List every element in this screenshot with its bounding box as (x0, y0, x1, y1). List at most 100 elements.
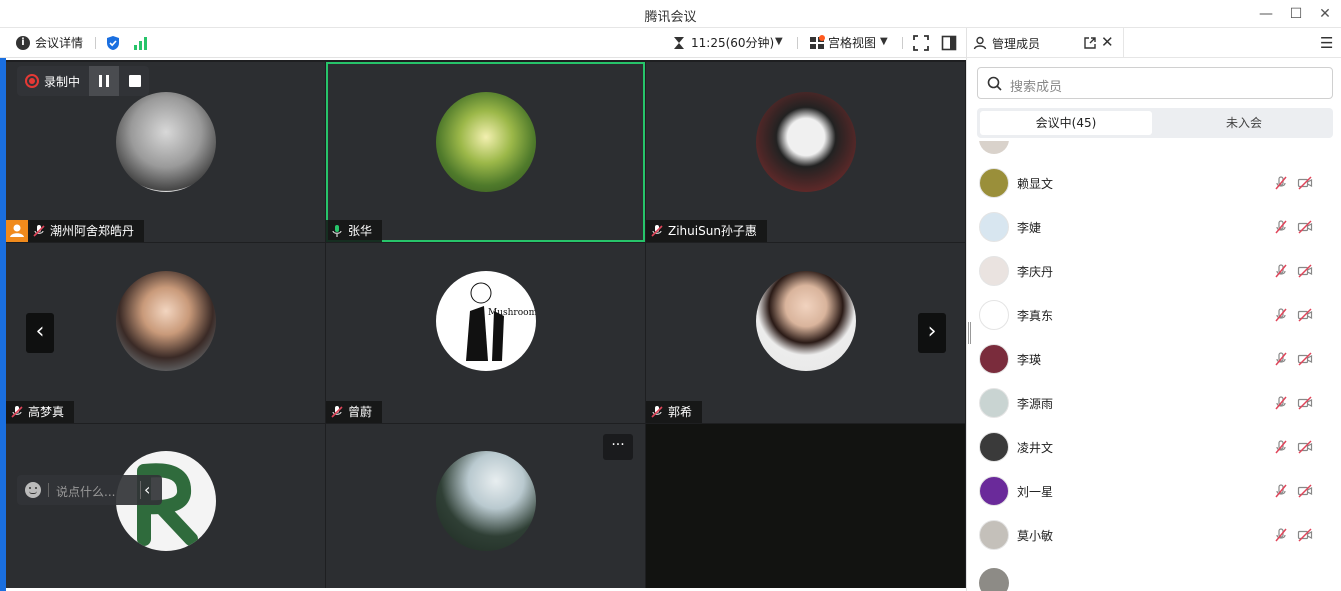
panel-resize-handle[interactable] (968, 322, 971, 344)
svg-text:Mushrooms: Mushrooms (488, 308, 536, 318)
emoji-icon[interactable] (25, 482, 41, 498)
camera-off-icon[interactable] (1297, 219, 1313, 235)
member-avatar (979, 432, 1009, 462)
camera-off-icon[interactable] (1297, 483, 1313, 499)
mic-muted-icon[interactable] (1273, 307, 1289, 323)
member-list: 赖显文李婕 李庆丹 李真东 李瑛李源雨凌井文刘一星莫小敏 (967, 141, 1341, 591)
hourglass-icon (674, 37, 684, 49)
participant-name: 张华 (348, 224, 373, 238)
mic-muted-icon[interactable] (1273, 395, 1289, 411)
shield-icon[interactable] (105, 35, 121, 51)
maximize-button[interactable]: ☐ (1284, 4, 1308, 24)
popout-icon[interactable] (1083, 36, 1097, 50)
meeting-details-button[interactable]: 会议详情 (35, 35, 83, 51)
mic-muted-icon[interactable] (1273, 175, 1289, 191)
recording-status: 录制中 (44, 75, 81, 89)
more-options-button[interactable]: ··· (603, 434, 633, 460)
camera-off-icon[interactable] (1297, 307, 1313, 323)
camera-off-icon[interactable] (1297, 263, 1313, 279)
header-divider (1123, 28, 1124, 58)
fullscreen-icon[interactable] (913, 35, 929, 51)
camera-off-icon[interactable] (1297, 351, 1313, 367)
next-page-button[interactable]: › (918, 313, 946, 353)
mic-active-icon (332, 225, 342, 237)
close-window-button[interactable]: ✕ (1313, 4, 1337, 24)
signal-icon[interactable] (133, 36, 149, 50)
camera-off-icon[interactable] (1297, 439, 1313, 455)
member-avatar (979, 168, 1009, 198)
close-panel-icon[interactable]: ✕ (1101, 33, 1114, 51)
participant-avatar (436, 451, 536, 551)
mic-muted-icon (1273, 141, 1289, 147)
member-name: 刘一星 (1017, 485, 1054, 499)
list-item[interactable]: 李瑛 (967, 337, 1341, 381)
member-panel-header: 管理成员 ✕ ☰ (967, 28, 1341, 58)
video-tile[interactable]: ZihuiSun孙子惠 (646, 62, 965, 242)
toolbar-divider (95, 37, 96, 49)
previous-page-button[interactable]: ‹ (26, 313, 54, 353)
participant-name: ZihuiSun孙子惠 (668, 224, 757, 238)
list-item[interactable]: 李婕 (967, 205, 1341, 249)
chat-quick-input[interactable]: 说点什么... ‹ (17, 475, 162, 505)
mic-muted-icon[interactable] (1273, 351, 1289, 367)
member-search-input[interactable]: 搜索成员 (977, 67, 1333, 99)
list-item[interactable] (967, 561, 1341, 591)
video-tile[interactable]: Mushrooms 曾蔚 (326, 243, 645, 423)
tab-in-meeting[interactable]: 会议中(45) (980, 111, 1152, 135)
list-item[interactable]: 刘一星 (967, 469, 1341, 513)
camera-off-icon[interactable] (1297, 395, 1313, 411)
toolbar-divider (797, 37, 798, 49)
chevron-down-icon[interactable]: ▼ (880, 36, 888, 47)
member-avatar (979, 520, 1009, 550)
participant-namebar: 郭希 (646, 401, 703, 423)
member-avatar (979, 141, 1009, 154)
toolbar-divider (902, 37, 903, 49)
camera-off-icon[interactable] (1297, 527, 1313, 543)
minimize-button[interactable]: — (1254, 4, 1278, 24)
mic-muted-icon[interactable] (1273, 219, 1289, 235)
info-icon: i (16, 36, 30, 50)
chat-divider (140, 481, 141, 499)
mic-muted-icon (331, 406, 343, 418)
menu-icon[interactable]: ☰ (1320, 34, 1333, 52)
member-name: 李源雨 (1017, 397, 1054, 411)
grid-view-button[interactable]: 宫格视图 (828, 35, 876, 51)
video-tile[interactable]: ··· (326, 424, 645, 588)
list-item[interactable] (967, 141, 1341, 161)
list-item[interactable]: 李源雨 (967, 381, 1341, 425)
mic-muted-icon[interactable] (1273, 483, 1289, 499)
tab-not-joined[interactable]: 未入会 (1158, 111, 1330, 135)
participant-name: 高梦真 (28, 405, 65, 419)
participant-name: 曾蔚 (348, 405, 373, 419)
member-avatar (979, 476, 1009, 506)
list-item[interactable]: 李庆丹 (967, 249, 1341, 293)
member-avatar (979, 212, 1009, 242)
participant-namebar: 曾蔚 (326, 401, 383, 423)
video-tile[interactable] (6, 424, 325, 588)
stop-recording-button[interactable] (119, 66, 149, 96)
member-name: 赖显文 (1017, 177, 1054, 191)
list-item[interactable]: 莫小敏 (967, 513, 1341, 557)
mic-muted-icon[interactable] (1273, 439, 1289, 455)
grid-view-icon[interactable] (809, 35, 825, 51)
chevron-down-icon[interactable]: ▼ (775, 36, 783, 47)
video-tile[interactable] (646, 424, 965, 588)
mic-muted-icon[interactable] (1273, 263, 1289, 279)
list-item[interactable]: 凌井文 (967, 425, 1341, 469)
mic-muted-icon (651, 406, 663, 418)
chat-placeholder: 说点什么... (56, 485, 116, 499)
participant-namebar: 张华 (326, 220, 383, 242)
window-title: 腾讯会议 (644, 10, 697, 25)
mic-muted-icon (651, 225, 663, 237)
mic-muted-icon[interactable] (1273, 527, 1289, 543)
pause-recording-button[interactable] (89, 66, 119, 96)
participant-avatar: Mushrooms (436, 271, 536, 371)
participant-avatar (116, 271, 216, 371)
sidebar-toggle-icon[interactable] (941, 35, 957, 51)
list-item[interactable]: 赖显文 (967, 161, 1341, 205)
list-item[interactable]: 李真东 (967, 293, 1341, 337)
camera-off-icon[interactable] (1297, 175, 1313, 191)
collapse-chat-icon[interactable]: ‹ (144, 480, 150, 499)
meeting-toolbar: i 会议详情 11:25(60分钟) ▼ 宫格视图 ▼ (0, 28, 966, 58)
video-tile-active-speaker[interactable]: 张华 (326, 62, 645, 242)
